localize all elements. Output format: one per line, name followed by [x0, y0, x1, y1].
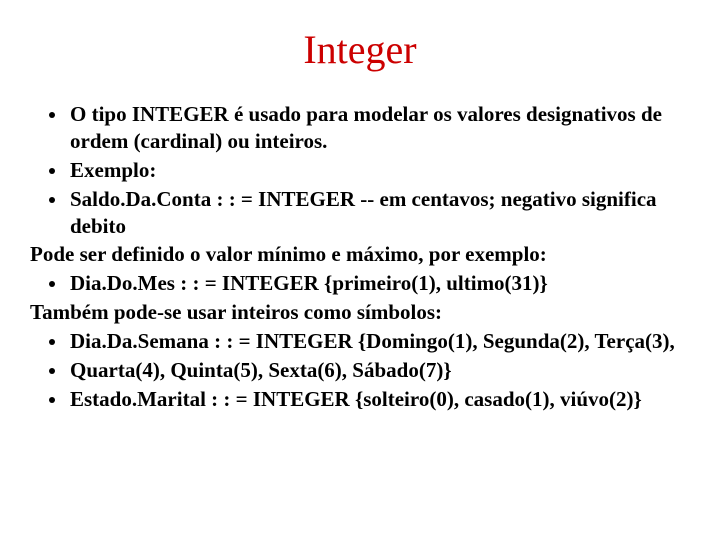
- bullet-item: Dia.Da.Semana : : = INTEGER {Domingo(1),…: [68, 328, 690, 355]
- body-paragraph: Também pode-se usar inteiros como símbol…: [30, 299, 690, 326]
- bullet-item: Dia.Do.Mes : : = INTEGER {primeiro(1), u…: [68, 270, 690, 297]
- bullet-list-1: O tipo INTEGER é usado para modelar os v…: [30, 101, 690, 239]
- bullet-item: Saldo.Da.Conta : : = INTEGER -- em centa…: [68, 186, 690, 240]
- body-paragraph: Pode ser definido o valor mínimo e máxim…: [30, 241, 690, 268]
- slide-title: Integer: [30, 26, 690, 73]
- bullet-item: Quarta(4), Quinta(5), Sexta(6), Sábado(7…: [68, 357, 690, 384]
- bullet-item: Estado.Marital : : = INTEGER {solteiro(0…: [68, 386, 690, 413]
- slide: Integer O tipo INTEGER é usado para mode…: [0, 0, 720, 540]
- slide-body: O tipo INTEGER é usado para modelar os v…: [30, 101, 690, 413]
- bullet-item: Exemplo:: [68, 157, 690, 184]
- bullet-list-3: Dia.Da.Semana : : = INTEGER {Domingo(1),…: [30, 328, 690, 413]
- bullet-item: O tipo INTEGER é usado para modelar os v…: [68, 101, 690, 155]
- bullet-list-2: Dia.Do.Mes : : = INTEGER {primeiro(1), u…: [30, 270, 690, 297]
